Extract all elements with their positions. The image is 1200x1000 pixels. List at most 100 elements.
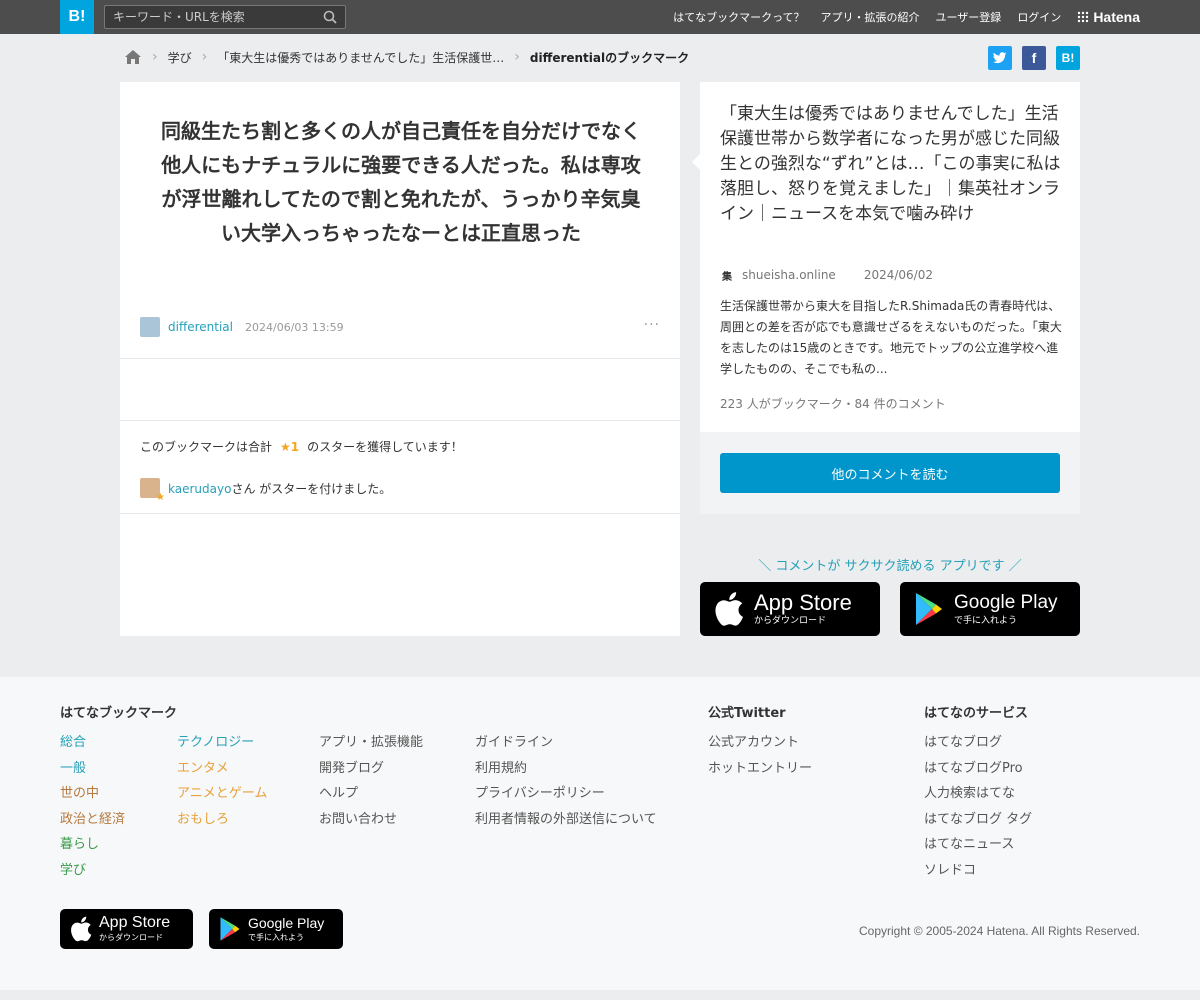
footer-link-terms[interactable]: 利用規約 <box>475 756 657 782</box>
nav-about[interactable]: はてなブックマークって？ <box>673 9 804 25</box>
footer-category-link[interactable]: 総合 <box>60 730 125 756</box>
footer-category-link[interactable]: おもしろ <box>177 807 267 833</box>
star-icon: ★ <box>156 492 165 503</box>
hatena-brand-link[interactable]: Hatena <box>1077 9 1140 25</box>
footer-category-link[interactable]: 世の中 <box>60 781 125 807</box>
footer-link-blogtag[interactable]: はてなブログ タグ <box>924 807 1032 833</box>
footer-link-contact[interactable]: お問い合わせ <box>319 807 423 833</box>
bookmark-comment: 同級生たち割と多くの人が自己責任を自分だけでなく他人にもナチュラルに強要できる人… <box>161 119 641 245</box>
footer-category-link[interactable]: アニメとゲーム <box>177 781 267 807</box>
share-buttons: f B! <box>988 46 1080 70</box>
avatar[interactable] <box>140 317 160 337</box>
search-input[interactable] <box>105 6 315 28</box>
star-summary-prefix: このブックマークは合計 <box>140 440 273 454</box>
divider <box>120 513 680 514</box>
google-play-badge[interactable]: Google Play で手に入れよう <box>900 582 1080 636</box>
chevron-right-icon: › <box>152 49 158 65</box>
more-options-icon[interactable]: ··· <box>644 317 660 333</box>
footer-google-play-label: Google Play <box>248 915 325 931</box>
footer-category-link[interactable]: 一般 <box>60 756 125 782</box>
footer-google-play-sublabel: で手に入れよう <box>248 933 304 942</box>
footer-link-privacy[interactable]: プライバシーポリシー <box>475 781 657 807</box>
star-giver-row: ★ kaerudayoさん がスターを付けました。 <box>140 478 392 503</box>
nav-signup[interactable]: ユーザー登録 <box>936 9 1002 25</box>
footer-twitter-links: 公式アカウント ホットエントリー <box>708 730 812 781</box>
entry-counts[interactable]: 223 人がブックマーク・84 件のコメント <box>720 395 946 412</box>
footer-category-link[interactable]: テクノロジー <box>177 730 267 756</box>
home-icon[interactable] <box>124 49 142 65</box>
entry-domain[interactable]: shueisha.online <box>742 268 836 282</box>
entry-meta: 集 shueisha.online 2024/06/02 <box>720 268 933 283</box>
google-play-icon <box>916 593 942 625</box>
footer-link-external[interactable]: 利用者情報の外部送信について <box>475 807 657 833</box>
footer-link-news[interactable]: はてなニュース <box>924 832 1032 858</box>
footer-link-devblog[interactable]: 開発ブログ <box>319 756 423 782</box>
entry-card: 「東大生は優秀ではありませんでした」生活保護世帯から数学者になった男が感じた同級… <box>692 82 1080 432</box>
starrer-link[interactable]: kaerudayo <box>168 482 231 496</box>
site-favicon-icon: 集 <box>722 271 732 283</box>
footer-google-play-text: Google Play で手に入れよう <box>248 914 324 944</box>
footer-link-blog[interactable]: はてなブログ <box>924 730 1032 756</box>
user-link[interactable]: differential <box>168 320 233 334</box>
starrer-suffix: さん がスターを付けました。 <box>231 481 392 496</box>
footer-services-links: はてなブログ はてなブログPro 人力検索はてな はてなブログ タグ はてなニュ… <box>924 730 1032 883</box>
google-play-icon <box>220 917 240 941</box>
read-comments-button[interactable]: 他のコメントを読む <box>720 453 1060 493</box>
footer-link-jinriki[interactable]: 人力検索はてな <box>924 781 1032 807</box>
footer-category-link[interactable]: 学び <box>60 858 125 884</box>
footer-categories-b: テクノロジー エンタメ アニメとゲーム おもしろ <box>177 730 267 832</box>
footer-link-blogpro[interactable]: はてなブログPro <box>924 756 1032 782</box>
star-summary-suffix: のスターを獲得しています！ <box>307 440 463 454</box>
entry-date: 2024/06/02 <box>863 268 933 282</box>
app-store-badge[interactable]: App Store からダウンロード <box>700 582 880 636</box>
google-play-text: Google Play で手に入れよう <box>954 591 1058 627</box>
apple-icon <box>715 592 743 626</box>
bookmark-user-row: differential 2024/06/03 13:59 ··· <box>140 317 660 337</box>
search-icon[interactable] <box>323 10 337 24</box>
breadcrumb: › 学び › 「東大生は優秀ではありませんでした」生活保護世… › differ… <box>124 46 689 68</box>
footer-link-soredoko[interactable]: ソレドコ <box>924 858 1032 884</box>
top-nav: はてなブックマークって？ アプリ・拡張の紹介 ユーザー登録 ログイン Haten… <box>673 0 1140 34</box>
chevron-right-icon: › <box>201 49 208 65</box>
footer-services-title: はてなのサービス <box>924 706 1029 721</box>
app-store-sublabel: からダウンロード <box>754 616 827 626</box>
footer-category-link[interactable]: 暮らし <box>60 832 125 858</box>
twitter-share-button[interactable] <box>988 46 1012 70</box>
nav-apps[interactable]: アプリ・拡張の紹介 <box>821 9 920 25</box>
nav-login[interactable]: ログイン <box>1017 9 1061 25</box>
starrer-avatar[interactable]: ★ <box>140 478 165 503</box>
footer-twitter-title: 公式Twitter <box>708 706 786 721</box>
footer-link-guideline[interactable]: ガイドライン <box>475 730 657 756</box>
entry-title[interactable]: 「東大生は優秀ではありませんでした」生活保護世帯から数学者になった男が感じた同級… <box>720 102 1062 227</box>
bookmark-timestamp: 2024/06/03 13:59 <box>245 320 344 334</box>
twitter-icon <box>993 52 1007 64</box>
footer-app-store-label: App Store <box>99 914 171 931</box>
read-comments-box: 他のコメントを読む <box>700 432 1080 514</box>
footer-links-c: アプリ・拡張機能 開発ブログ ヘルプ お問い合わせ <box>319 730 423 832</box>
footer-category-link[interactable]: エンタメ <box>177 756 267 782</box>
footer-app-store-badge[interactable]: App Store からダウンロード <box>60 909 193 949</box>
breadcrumb-entry[interactable]: 「東大生は優秀ではありませんでした」生活保護世… <box>217 49 504 66</box>
star-count[interactable]: ★1 <box>280 440 299 454</box>
footer-link-official-account[interactable]: 公式アカウント <box>708 730 812 756</box>
footer-category-link[interactable]: 政治と経済 <box>60 807 125 833</box>
divider <box>120 358 680 359</box>
chevron-right-icon: › <box>514 49 520 65</box>
card-pointer <box>692 154 700 170</box>
footer-google-play-badge[interactable]: Google Play で手に入れよう <box>209 909 343 949</box>
footer-link-help[interactable]: ヘルプ <box>319 781 423 807</box>
footer-bookmark-title: はてなブックマーク <box>60 706 178 721</box>
facebook-share-button[interactable]: f <box>1022 46 1046 70</box>
footer-link-apps[interactable]: アプリ・拡張機能 <box>319 730 423 756</box>
bookmark-card: 同級生たち割と多くの人が自己責任を自分だけでなく他人にもナチュラルに強要できる人… <box>120 82 680 636</box>
brand-label: Hatena <box>1093 9 1140 25</box>
hatena-bookmark-logo[interactable]: B! <box>60 0 94 34</box>
footer-app-store-text: App Store からダウンロード <box>99 914 170 944</box>
hatena-share-button[interactable]: B! <box>1056 46 1080 70</box>
breadcrumb-category[interactable]: 学び <box>168 49 192 66</box>
footer-link-hotentry[interactable]: ホットエントリー <box>708 756 812 782</box>
app-promo-text: ＼ コメントが サクサク読める アプリです ／ <box>758 559 1022 574</box>
google-play-label: Google Play <box>954 592 1058 613</box>
footer-links-d: ガイドライン 利用規約 プライバシーポリシー 利用者情報の外部送信について <box>475 730 657 832</box>
footer-app-store-sublabel: からダウンロード <box>99 933 163 942</box>
